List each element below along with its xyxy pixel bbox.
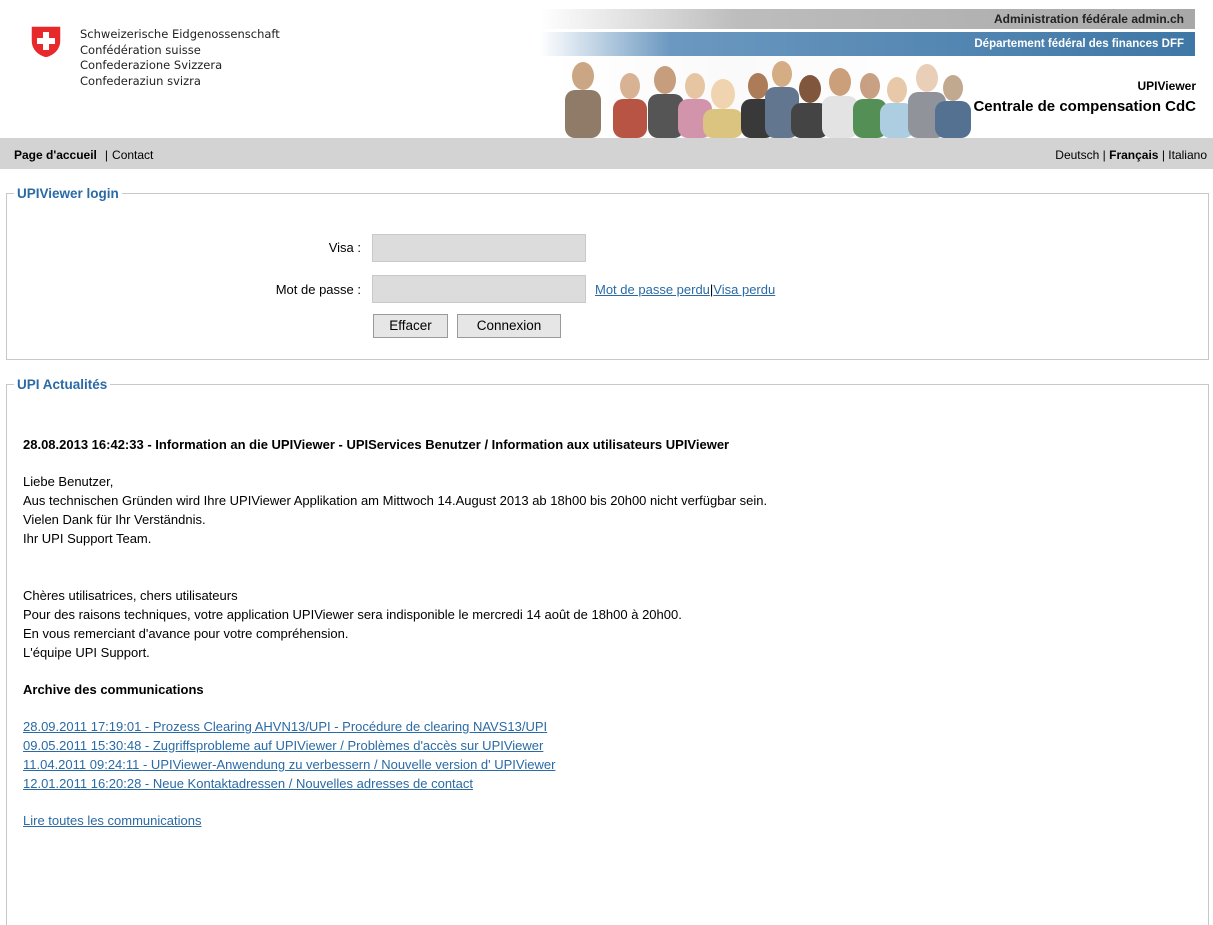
login-fieldset: UPIViewer login Visa : Mot de passe : Mo… — [6, 186, 1209, 360]
lang-francais-link[interactable]: Français — [1109, 148, 1158, 162]
department-label: Département fédéral des finances DFF — [974, 38, 1184, 50]
people-photo-icon — [565, 61, 971, 138]
news-paragraph: L'équipe UPI Support. — [23, 645, 150, 660]
nav-contact-link[interactable]: Contact — [112, 148, 153, 162]
news-headline: 28.08.2013 16:42:33 - Information an die… — [23, 437, 730, 452]
archive-link[interactable]: 11.04.2011 09:24:11 - UPIViewer-Anwendun… — [23, 755, 1193, 774]
news-paragraph: Aus technischen Gründen wird Ihre UPIVie… — [23, 493, 768, 508]
app-name: UPIViewer — [1137, 79, 1196, 93]
news-paragraph: Vielen Dank für Ihr Verständnis. — [23, 512, 206, 527]
lost-visa-link[interactable]: Visa perdu — [713, 282, 775, 297]
nav-home-link[interactable]: Page d'accueil — [14, 148, 97, 162]
confederation-line: Confederaziun svizra — [80, 73, 201, 88]
lang-italiano-link[interactable]: Italiano — [1168, 148, 1207, 162]
news-paragraph: Ihr UPI Support Team. — [23, 531, 152, 546]
news-paragraph: En vous remerciant d'avance pour votre c… — [23, 626, 349, 641]
nav-links: Page d'accueil | Contact — [14, 148, 153, 162]
app-subtitle: Centrale de compensation CdC — [973, 98, 1196, 115]
archive-link[interactable]: 09.05.2011 15:30:48 - Zugriffsprobleme a… — [23, 736, 1193, 755]
recovery-links: Mot de passe perdu|Visa perdu — [595, 282, 775, 297]
confederation-line: Schweizerische Eidgenossenschaft — [80, 27, 280, 41]
submit-button[interactable]: Connexion — [457, 314, 561, 338]
confederation-names: Schweizerische Eidgenossenschaft Confédé… — [80, 27, 280, 89]
department-bar: Département fédéral des finances DFF — [540, 32, 1195, 56]
archive-link[interactable]: 12.01.2011 16:20:28 - Neue Kontaktadress… — [23, 774, 1193, 793]
archive-title: Archive des communications — [23, 682, 204, 697]
lang-separator: | — [1102, 148, 1106, 162]
news-paragraph: Pour des raisons techniques, votre appli… — [23, 607, 682, 622]
admin-label[interactable]: Administration fédérale admin.ch — [994, 12, 1195, 26]
visa-label: Visa : — [328, 240, 361, 255]
language-switcher: Deutsch | Français | Italiano — [1055, 148, 1207, 162]
password-input[interactable] — [372, 275, 586, 303]
visa-input[interactable] — [372, 234, 586, 262]
lang-deutsch-link[interactable]: Deutsch — [1055, 148, 1099, 162]
archive-link[interactable]: 28.09.2011 17:19:01 - Prozess Clearing A… — [23, 717, 1193, 736]
lost-password-link[interactable]: Mot de passe perdu — [595, 282, 710, 297]
news-legend: UPI Actualités — [14, 377, 111, 392]
admin-bar[interactable]: Administration fédérale admin.ch — [540, 9, 1195, 29]
clear-button[interactable]: Effacer — [373, 314, 448, 338]
lang-separator: | — [1161, 148, 1165, 162]
nav-bar: Page d'accueil | Contact Deutsch | Françai… — [0, 138, 1213, 169]
news-content: 28.08.2013 16:42:33 - Information an die… — [23, 435, 1193, 830]
news-paragraph: Chères utilisatrices, chers utilisateurs — [23, 588, 238, 603]
password-label: Mot de passe : — [275, 282, 361, 297]
people-banner-image — [535, 56, 1195, 138]
confederation-line: Confederazione Svizzera — [80, 58, 223, 72]
login-legend: UPIViewer login — [14, 186, 122, 201]
news-fieldset: UPI Actualités 28.08.2013 16:42:33 - Inf… — [6, 377, 1209, 925]
site-header: Schweizerische Eidgenossenschaft Confédé… — [0, 0, 1213, 138]
all-communications-link[interactable]: Lire toutes les communications — [23, 811, 1193, 830]
swiss-coat-of-arms-icon — [30, 25, 62, 59]
confederation-line: Confédération suisse — [80, 42, 201, 57]
nav-separator: | — [104, 148, 109, 162]
news-paragraph: Liebe Benutzer, — [23, 474, 114, 489]
